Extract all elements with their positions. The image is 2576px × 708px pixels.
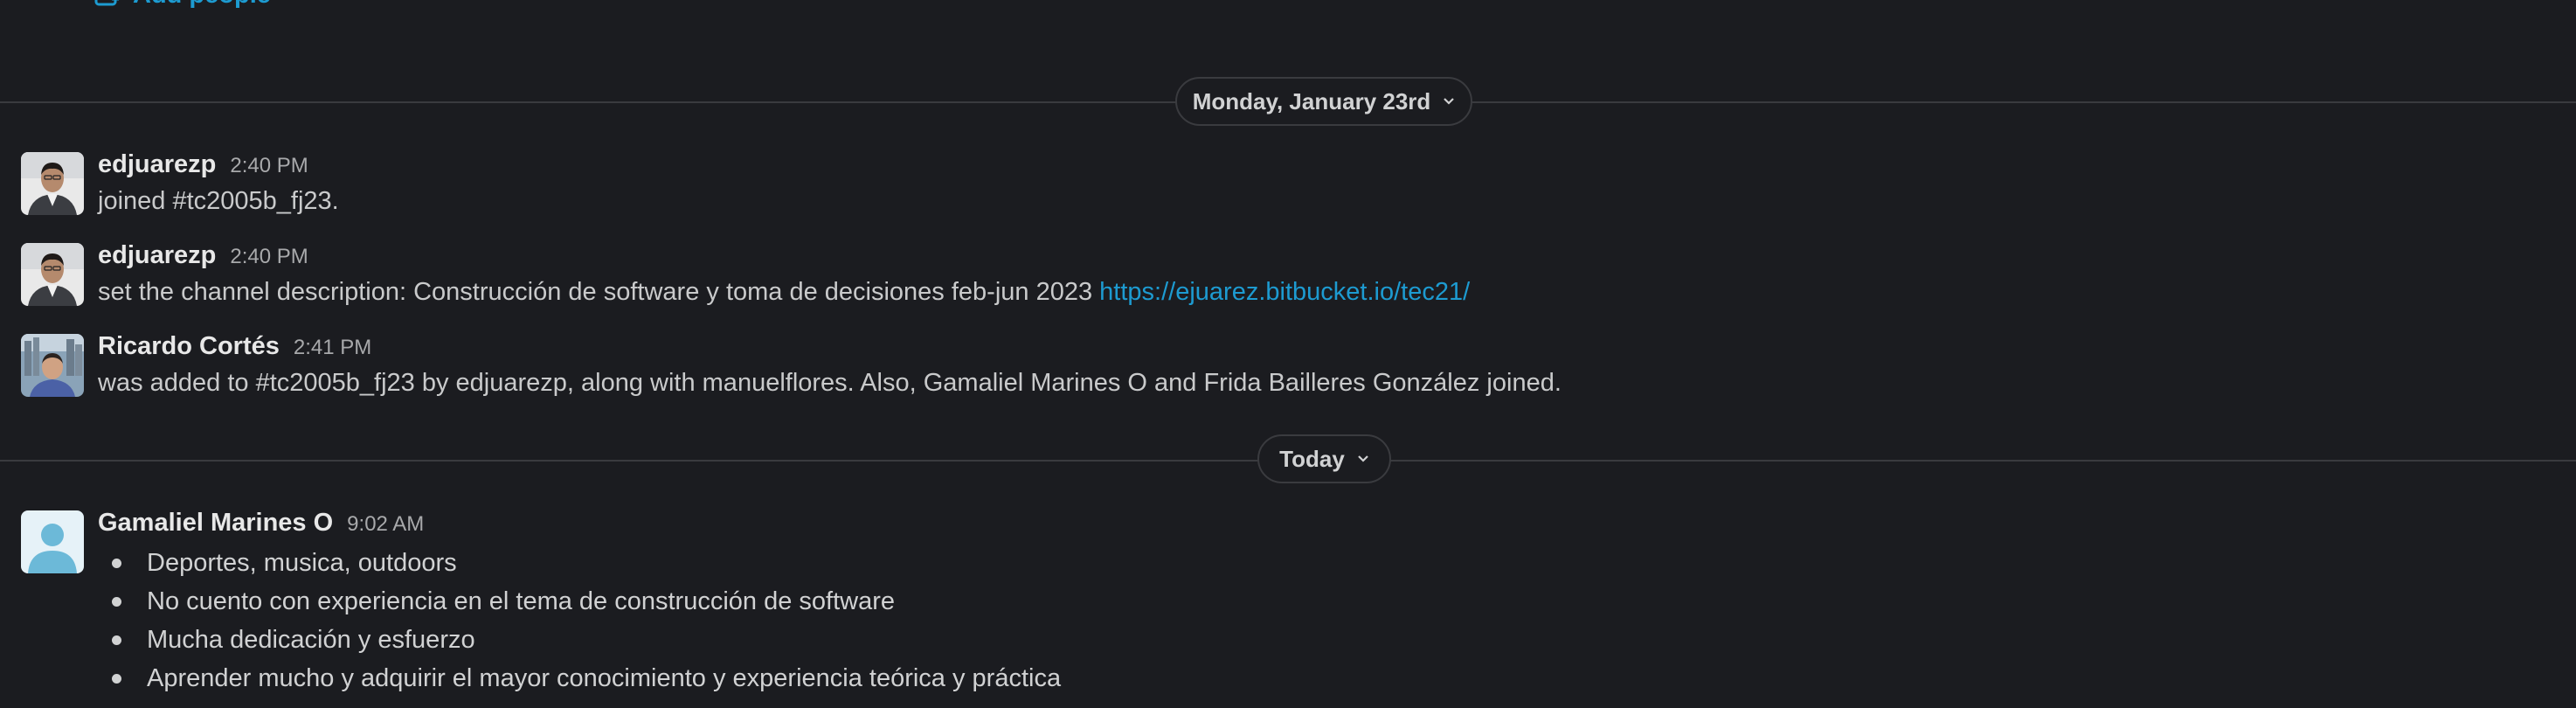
message-text: set the channel description: Construcció… bbox=[98, 278, 1470, 307]
date-divider-monday[interactable]: Monday, January 23rd bbox=[1175, 77, 1472, 126]
author-name[interactable]: edjuarezp bbox=[98, 241, 216, 270]
list-item-text: No cuento con experiencia en el tema de … bbox=[147, 587, 895, 615]
list-item: Deportes, musica, outdoors bbox=[98, 544, 1061, 582]
timestamp[interactable]: 2:40 PM bbox=[230, 154, 308, 178]
chevron-down-icon bbox=[1444, 98, 1455, 105]
message-header: Gamaliel Marines O 9:02 AM bbox=[98, 509, 424, 538]
add-person-icon bbox=[94, 0, 119, 6]
message-header: edjuarezp 2:40 PM bbox=[98, 150, 308, 179]
timestamp[interactable]: 2:40 PM bbox=[230, 245, 308, 269]
bullet-dot bbox=[112, 635, 121, 645]
message-pane: Add people Monday, January 23rd edjuarez… bbox=[0, 0, 2576, 708]
avatar[interactable] bbox=[21, 334, 84, 397]
author-name[interactable]: edjuarezp bbox=[98, 150, 216, 179]
list-item-text: Deportes, musica, outdoors bbox=[147, 549, 457, 577]
avatar[interactable] bbox=[21, 152, 84, 215]
bullet-dot bbox=[112, 674, 121, 684]
message-text: joined #tc2005b_fj23. bbox=[98, 187, 339, 215]
channel-link[interactable]: https://ejuarez.bitbucket.io/tec21/ bbox=[1099, 278, 1470, 306]
list-item: Mucha dedicación y esfuerzo bbox=[98, 621, 1061, 659]
list-item-text: Mucha dedicación y esfuerzo bbox=[147, 626, 475, 654]
avatar[interactable] bbox=[21, 243, 84, 306]
chevron-down-icon bbox=[1358, 455, 1368, 462]
bullet-dot bbox=[112, 559, 121, 568]
timestamp[interactable]: 9:02 AM bbox=[347, 512, 424, 537]
message-header: edjuarezp 2:40 PM bbox=[98, 241, 308, 270]
date-label: Monday, January 23rd bbox=[1192, 87, 1431, 115]
bullet-dot bbox=[112, 597, 121, 607]
add-people-label: Add people bbox=[133, 0, 271, 10]
description-text: set the channel description: Construcció… bbox=[98, 278, 1100, 306]
author-name[interactable]: Ricardo Cortés bbox=[98, 332, 280, 361]
date-divider-today[interactable]: Today bbox=[1257, 434, 1391, 483]
list-item: No cuento con experiencia en el tema de … bbox=[98, 582, 1061, 621]
list-item: Aprender mucho y adquirir el mayor conoc… bbox=[98, 659, 1061, 698]
list-item-text: Aprender mucho y adquirir el mayor conoc… bbox=[147, 664, 1062, 692]
message-text: was added to #tc2005b_fj23 by edjuarezp,… bbox=[98, 369, 1562, 397]
message-header: Ricardo Cortés 2:41 PM bbox=[98, 332, 371, 361]
add-people-link[interactable]: Add people bbox=[94, 0, 271, 12]
avatar[interactable] bbox=[21, 510, 84, 573]
author-name[interactable]: Gamaliel Marines O bbox=[98, 509, 333, 538]
timestamp[interactable]: 2:41 PM bbox=[294, 336, 371, 360]
bullet-list: Deportes, musica, outdoors No cuento con… bbox=[98, 544, 1061, 698]
date-label: Today bbox=[1279, 445, 1345, 472]
